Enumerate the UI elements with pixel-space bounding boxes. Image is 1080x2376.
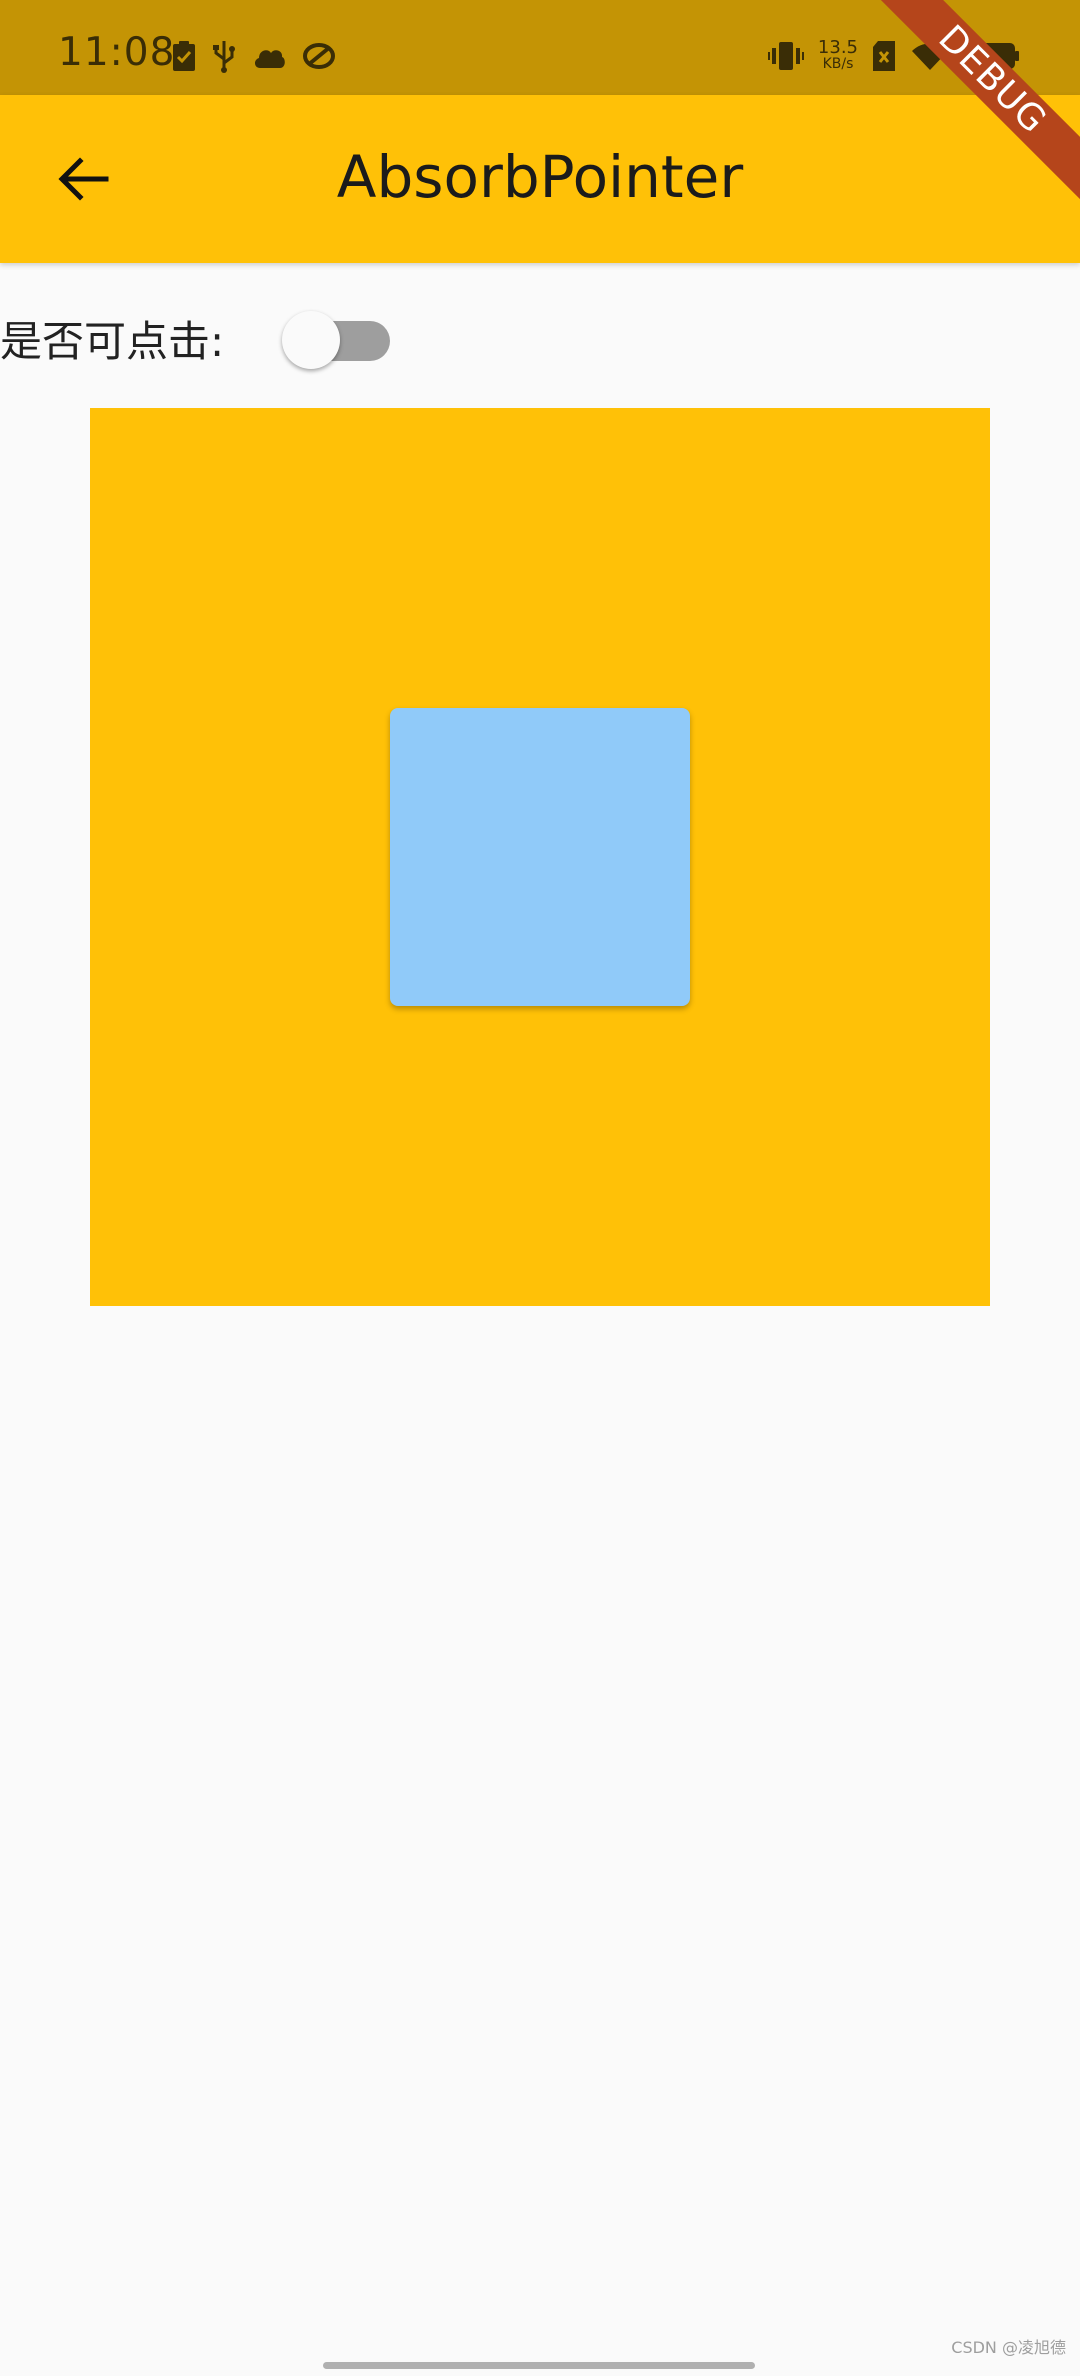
toggle-label: 是否可点击: [0, 317, 225, 366]
cloud-icon [254, 50, 285, 68]
usb-icon [213, 41, 235, 73]
network-speed: 13.5 KB/s [818, 39, 858, 73]
watermark: CSDN @凌旭德 [951, 2338, 1066, 2357]
app-bar: AbsorbPointer [0, 95, 1080, 263]
status-time: 11:08 [58, 30, 176, 75]
sim-no-signal-icon [873, 41, 895, 71]
absorb-pointer-container [90, 408, 990, 1306]
vibrate-icon [767, 42, 804, 70]
home-indicator [323, 2362, 755, 2369]
clickable-switch[interactable] [282, 304, 392, 369]
status-icons-left [172, 38, 336, 74]
inner-clickable-box[interactable] [390, 708, 690, 1006]
clipboard-check-icon [173, 41, 195, 71]
switch-thumb [282, 311, 340, 369]
network-speed-value: 13.5 [817, 37, 858, 58]
page-title: AbsorbPointer [336, 143, 744, 211]
toggle-row: 是否可点击: [0, 296, 600, 376]
sync-icon [303, 43, 335, 69]
network-speed-unit: KB/s [822, 56, 854, 72]
